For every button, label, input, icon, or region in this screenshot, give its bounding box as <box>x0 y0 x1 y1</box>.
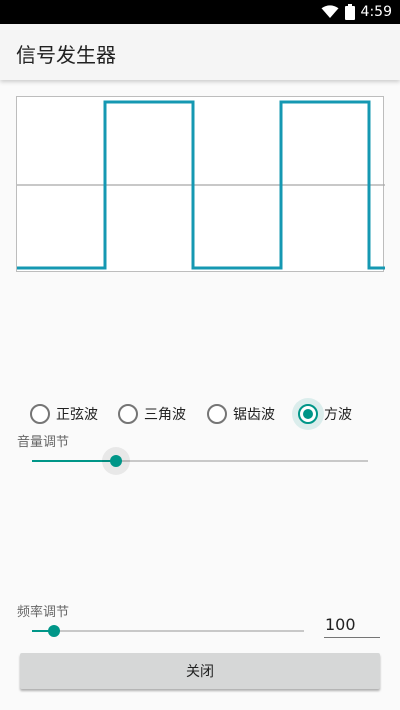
radio-button-circle[interactable] <box>207 404 227 424</box>
radio-sine[interactable]: 正弦波 <box>30 398 98 430</box>
waveform-display <box>16 96 385 272</box>
frequency-input[interactable] <box>324 612 380 638</box>
slider-track <box>32 630 304 632</box>
volume-slider[interactable] <box>32 446 368 476</box>
radio-button-circle[interactable] <box>30 404 50 424</box>
battery-icon <box>344 4 355 20</box>
app-title: 信号发生器 <box>16 43 116 67</box>
radio-button-circle[interactable] <box>118 404 138 424</box>
radio-label: 三角波 <box>144 407 186 423</box>
radio-label: 方波 <box>324 407 352 423</box>
slider-thumb[interactable] <box>48 625 60 637</box>
status-icons: 4:59 <box>321 0 392 24</box>
app-bar: 信号发生器 <box>0 24 400 80</box>
status-bar: 4:59 <box>0 0 400 24</box>
waveform-radio-group: 正弦波 三角波 锯齿波 方波 <box>0 398 400 430</box>
radio-square[interactable]: 方波 <box>292 398 352 430</box>
wifi-icon <box>321 5 339 19</box>
slider-thumb[interactable] <box>110 455 122 467</box>
radio-triangle[interactable]: 三角波 <box>118 398 186 430</box>
status-time: 4:59 <box>360 4 392 20</box>
radio-label: 正弦波 <box>56 407 98 423</box>
radio-sawtooth[interactable]: 锯齿波 <box>207 398 275 430</box>
close-button[interactable]: 关闭 <box>20 653 380 689</box>
radio-label: 锯齿波 <box>233 407 275 423</box>
radio-button-circle[interactable] <box>298 404 318 424</box>
frequency-slider[interactable] <box>32 616 304 646</box>
